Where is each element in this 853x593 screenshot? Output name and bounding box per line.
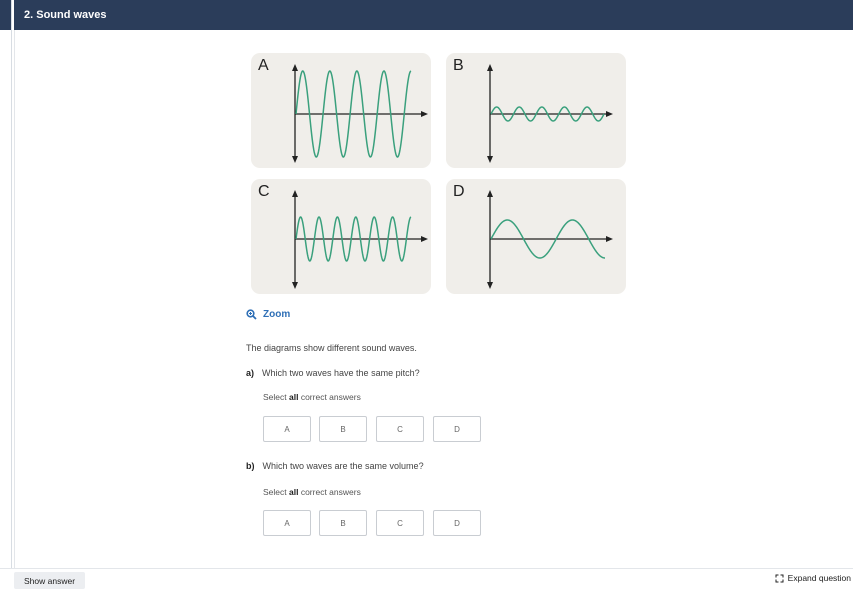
left-sidebar-strip — [0, 0, 12, 568]
option-d-q1[interactable]: D — [433, 416, 481, 442]
show-answer-button[interactable]: Show answer — [14, 572, 86, 589]
expand-question-button[interactable]: Expand question — [775, 573, 851, 583]
instruction-suffix: correct answers — [300, 392, 361, 402]
option-b-q2[interactable]: B — [319, 510, 367, 536]
instruction-prefix: Select — [263, 487, 287, 497]
waveform-c-icon — [292, 190, 428, 289]
instruction-prefix: Select — [263, 392, 287, 402]
question-b: b) Which two waves are the same volume? — [246, 461, 424, 471]
select-instruction-b: Select all correct answers — [263, 487, 361, 497]
question-content — [14, 30, 853, 568]
question-text: Which two waves have the same pitch? — [262, 368, 420, 378]
option-b-q1[interactable]: B — [319, 416, 367, 442]
zoom-label: Zoom — [263, 309, 291, 320]
question-text: Which two waves are the same volume? — [262, 461, 424, 471]
option-c-q2[interactable]: C — [376, 510, 424, 536]
diagram-panel-a: A — [251, 53, 431, 168]
question-title: 2. Sound waves — [24, 9, 107, 21]
option-a-q2[interactable]: A — [263, 510, 311, 536]
diagram-panel-d: D — [446, 179, 626, 294]
question-prompt: The diagrams show different sound waves. — [246, 343, 417, 353]
option-d-q2[interactable]: D — [433, 510, 481, 536]
instruction-bold: all — [289, 487, 299, 497]
question-part-label: b) — [246, 461, 255, 471]
expand-icon — [775, 574, 784, 582]
select-instruction-a: Select all correct answers — [263, 392, 361, 402]
question-part-label: a) — [246, 368, 255, 378]
question-footer: Show answer Expand question — [0, 568, 853, 593]
zoom-link[interactable]: Zoom — [246, 309, 290, 320]
waveform-b-icon — [487, 64, 613, 163]
instruction-bold: all — [289, 392, 299, 402]
instruction-suffix: correct answers — [300, 487, 361, 497]
left-strip-accent — [0, 0, 11, 30]
question-a: a) Which two waves have the same pitch? — [246, 368, 420, 378]
option-c-q1[interactable]: C — [376, 416, 424, 442]
diagram-panel-b: B — [446, 53, 626, 168]
waveform-a-icon — [292, 64, 428, 163]
option-a-q1[interactable]: A — [263, 416, 311, 442]
zoom-icon — [246, 309, 257, 320]
question-header: 2. Sound waves — [14, 0, 853, 30]
diagram-panel-c: C — [251, 179, 431, 294]
waveform-d-icon — [487, 190, 613, 289]
expand-question-label: Expand question — [787, 573, 851, 583]
